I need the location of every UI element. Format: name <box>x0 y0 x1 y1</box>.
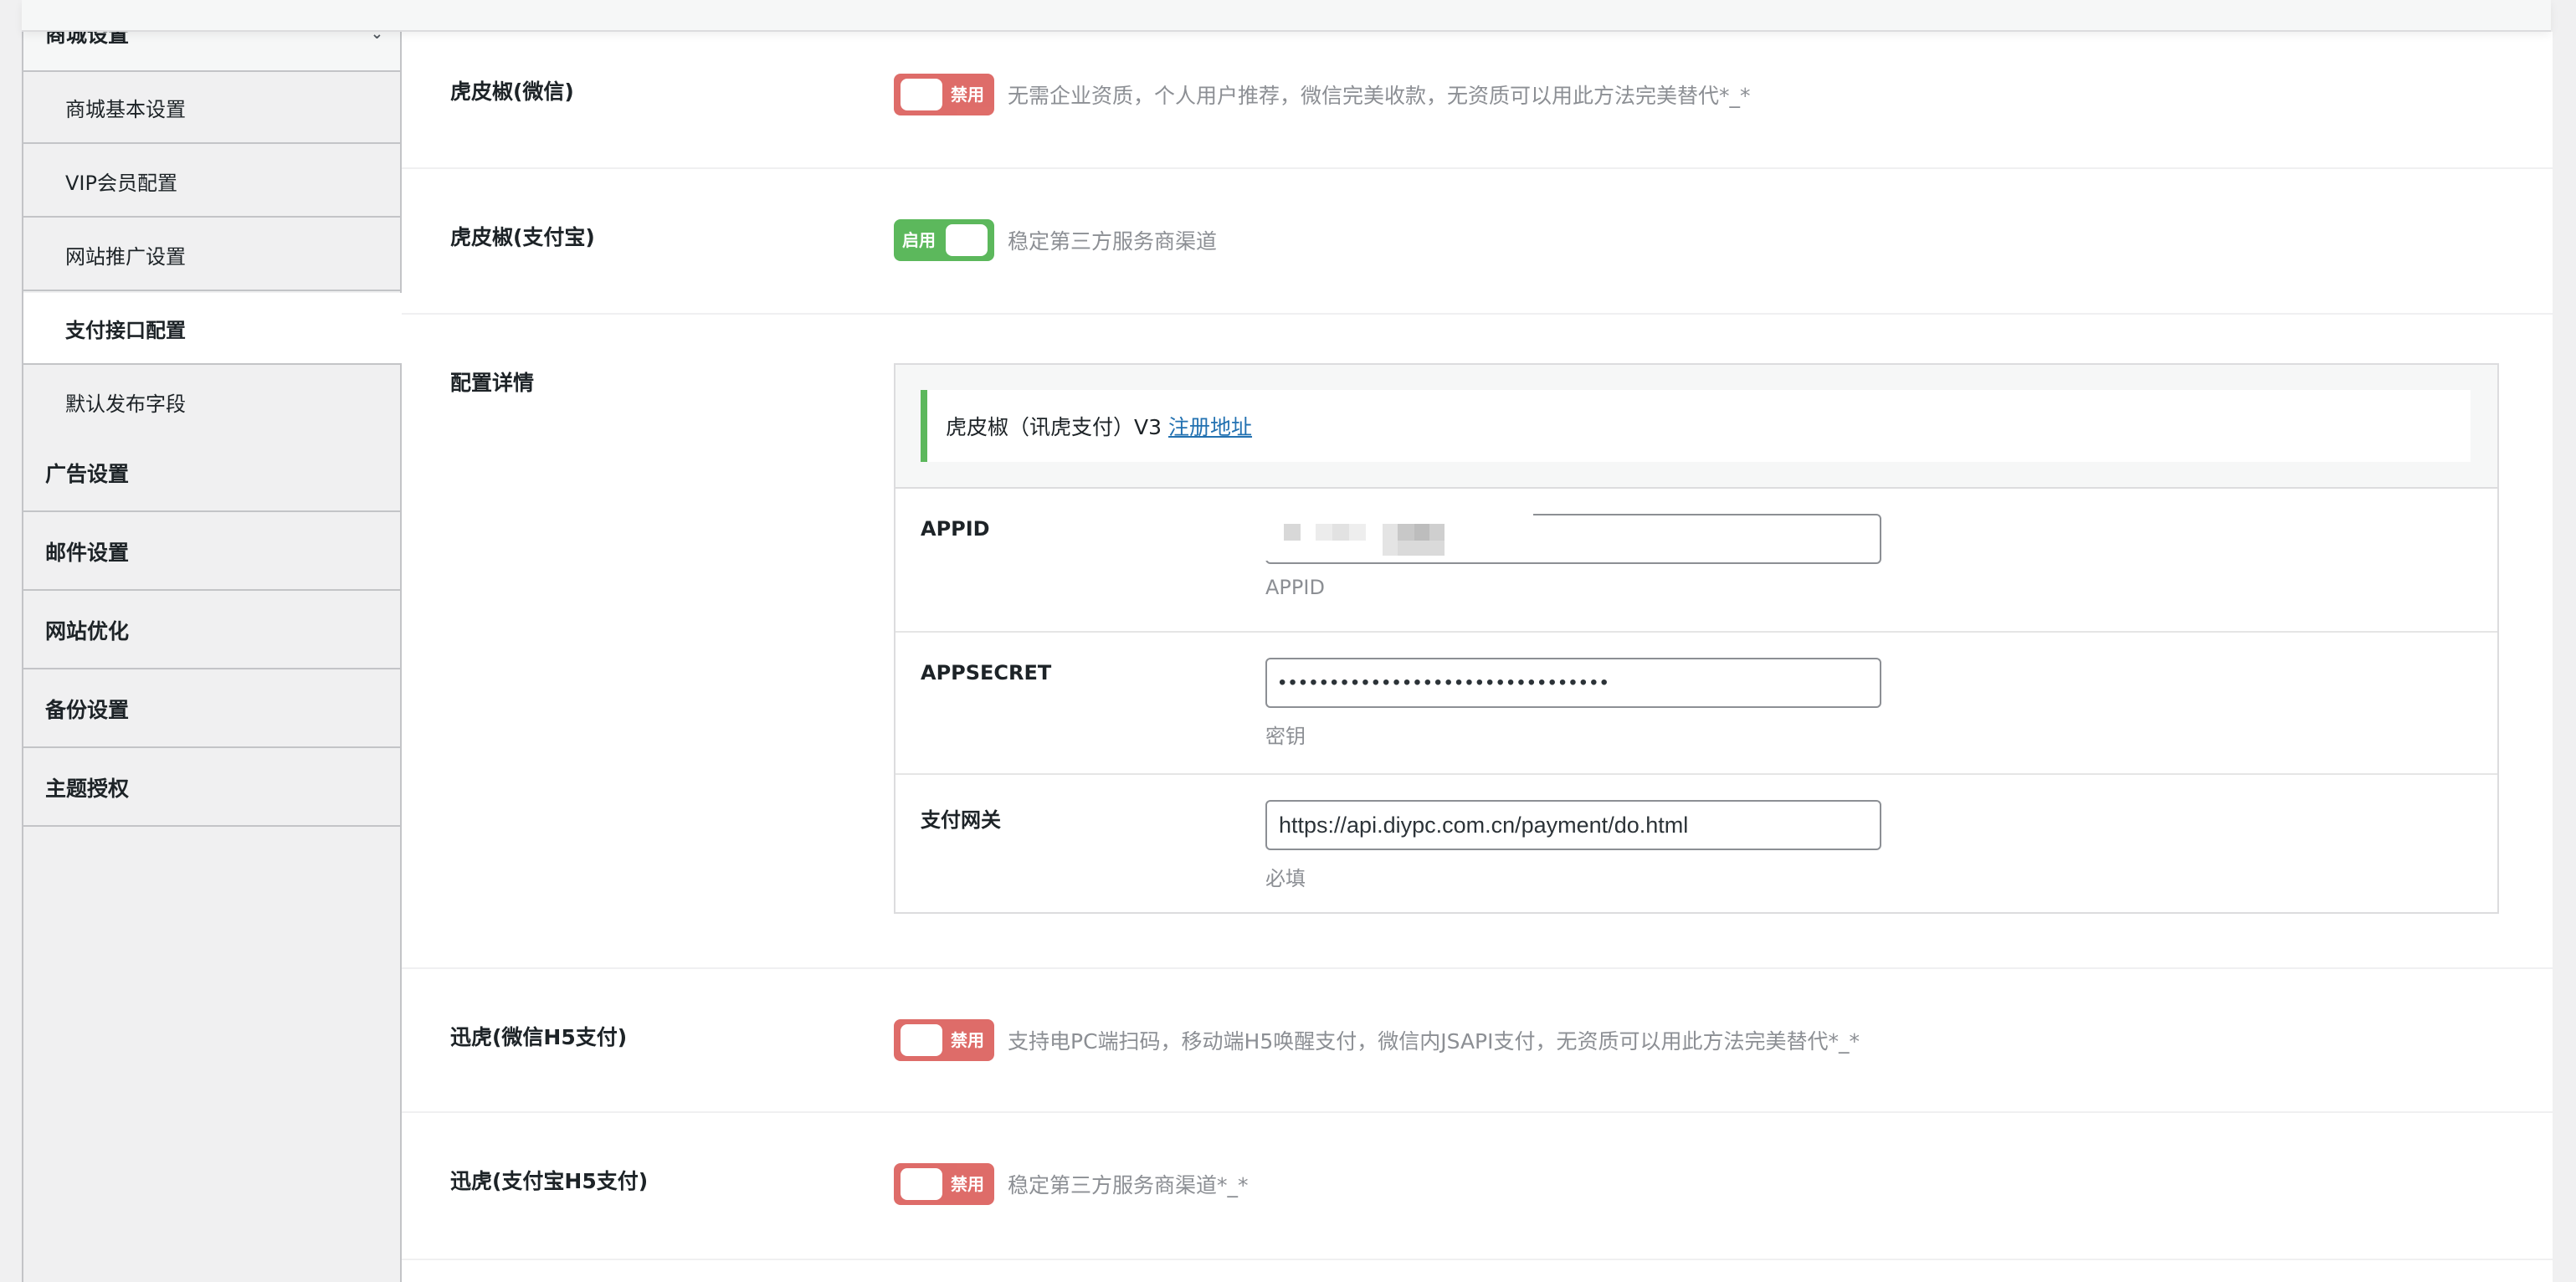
sidebar-item-label: 网站推广设置 <box>65 244 186 269</box>
field-appid: APPID APPID <box>895 489 2497 633</box>
toggle-knob <box>946 224 988 256</box>
setting-label: 配置详情 <box>450 371 535 395</box>
hpj-alipay-toggle[interactable]: 启用 <box>894 219 994 261</box>
sidebar-group-ads[interactable]: 广告设置 <box>23 435 400 512</box>
field-label: APPID <box>921 517 990 541</box>
xunhu-alipay-h5-toggle[interactable]: 禁用 <box>894 1163 994 1205</box>
toggle-knob <box>901 79 942 110</box>
setting-row-hpj-wechat: 虎皮椒(微信) 禁用 无需企业资质，个人用户推荐，微信完美收款，无资质可以用此方… <box>402 32 2553 169</box>
sticky-header-bar <box>22 0 2551 32</box>
setting-label: 迅虎(支付宝H5支付) <box>450 1169 649 1193</box>
setting-description: 无需企业资质，个人用户推荐，微信完美收款，无资质可以用此方法完美替代*_* <box>1008 84 1751 108</box>
sidebar-group-seo[interactable]: 网站优化 <box>23 592 400 669</box>
toggle-knob <box>901 1024 942 1056</box>
sidebar-group-label: 邮件设置 <box>45 541 130 565</box>
sidebar-item-label: 商城基本设置 <box>65 97 186 121</box>
redacted-region <box>1265 514 1533 561</box>
sidebar-item-promotion[interactable]: 网站推广设置 <box>23 219 400 291</box>
field-gateway: 支付网关 https://api.diypc.com.cn/payment/do… <box>895 775 2497 914</box>
sidebar-group-label: 广告设置 <box>45 462 130 486</box>
hpj-wechat-toggle[interactable]: 禁用 <box>894 74 994 115</box>
config-notice: 虎皮椒（讯虎支付）V3 注册地址 <box>921 390 2471 462</box>
field-appsecret: APPSECRET ••••••••••••••••••••••••••••••… <box>895 633 2497 775</box>
field-hint: 密钥 <box>1265 725 1306 748</box>
sidebar-item-payment[interactable]: 支付接口配置 <box>23 293 403 365</box>
field-hint: APPID <box>1265 576 1325 599</box>
sidebar-item-vip[interactable]: VIP会员配置 <box>23 146 400 218</box>
xunhu-wechat-h5-toggle[interactable]: 禁用 <box>894 1019 994 1061</box>
toggle-state-text: 禁用 <box>951 1174 984 1194</box>
field-label: APPSECRET <box>921 661 1052 685</box>
settings-sidebar: 商城设置 ⌄ 商城基本设置 VIP会员配置 网站推广设置 支付接口配置 默认发布… <box>22 0 403 1282</box>
sidebar-group-mail[interactable]: 邮件设置 <box>23 514 400 591</box>
config-details-box: 虎皮椒（讯虎支付）V3 注册地址 APPID APPID APPSECRET •… <box>894 363 2499 914</box>
sidebar-item-mall-basic[interactable]: 商城基本设置 <box>23 72 400 144</box>
setting-label: 虎皮椒(支付宝) <box>450 225 595 249</box>
payment-settings-panel: 虎皮椒(微信) 禁用 无需企业资质，个人用户推荐，微信完美收款，无资质可以用此方… <box>402 32 2553 1282</box>
appsecret-input[interactable]: •••••••••••••••••••••••••••••••• <box>1265 658 1881 708</box>
field-hint: 必填 <box>1265 867 1306 890</box>
setting-description: 稳定第三方服务商渠道*_* <box>1008 1173 1249 1197</box>
toggle-state-text: 启用 <box>902 230 936 250</box>
config-header: 虎皮椒（讯虎支付）V3 注册地址 <box>895 365 2497 489</box>
sidebar-group-label: 主题授权 <box>45 777 130 801</box>
sidebar-item-default-fields[interactable]: 默认发布字段 <box>23 367 400 438</box>
sidebar-group-label: 网站优化 <box>45 619 130 644</box>
notice-text: 虎皮椒（讯虎支付）V3 <box>946 415 1162 439</box>
toggle-knob <box>901 1168 942 1200</box>
sidebar-group-license[interactable]: 主题授权 <box>23 750 400 827</box>
sidebar-item-label: VIP会员配置 <box>65 171 177 195</box>
setting-row-xunhu-alipay-h5: 迅虎(支付宝H5支付) 禁用 稳定第三方服务商渠道*_* <box>402 1113 2553 1260</box>
setting-label: 迅虎(微信H5支付) <box>450 1025 628 1049</box>
sidebar-item-label: 默认发布字段 <box>65 392 186 416</box>
setting-row-hpj-alipay: 虎皮椒(支付宝) 启用 稳定第三方服务商渠道 <box>402 169 2553 315</box>
setting-description: 支持电PC端扫码，移动端H5唤醒支付，微信内JSAPI支付，无资质可以用此方法完… <box>1008 1029 1860 1054</box>
sidebar-group-backup[interactable]: 备份设置 <box>23 671 400 748</box>
field-label: 支付网关 <box>921 808 1001 832</box>
setting-row-xunhu-wechat-h5: 迅虎(微信H5支付) 禁用 支持电PC端扫码，移动端H5唤醒支付，微信内JSAP… <box>402 969 2553 1113</box>
gateway-url-input[interactable]: https://api.diypc.com.cn/payment/do.html <box>1265 800 1881 850</box>
sidebar-item-label: 支付接口配置 <box>65 318 186 342</box>
register-link[interactable]: 注册地址 <box>1168 411 1252 441</box>
toggle-state-text: 禁用 <box>951 1030 984 1050</box>
setting-description: 稳定第三方服务商渠道 <box>1008 229 1218 254</box>
sidebar-group-label: 备份设置 <box>45 698 130 722</box>
setting-label: 虎皮椒(微信) <box>450 79 574 104</box>
toggle-state-text: 禁用 <box>951 85 984 105</box>
